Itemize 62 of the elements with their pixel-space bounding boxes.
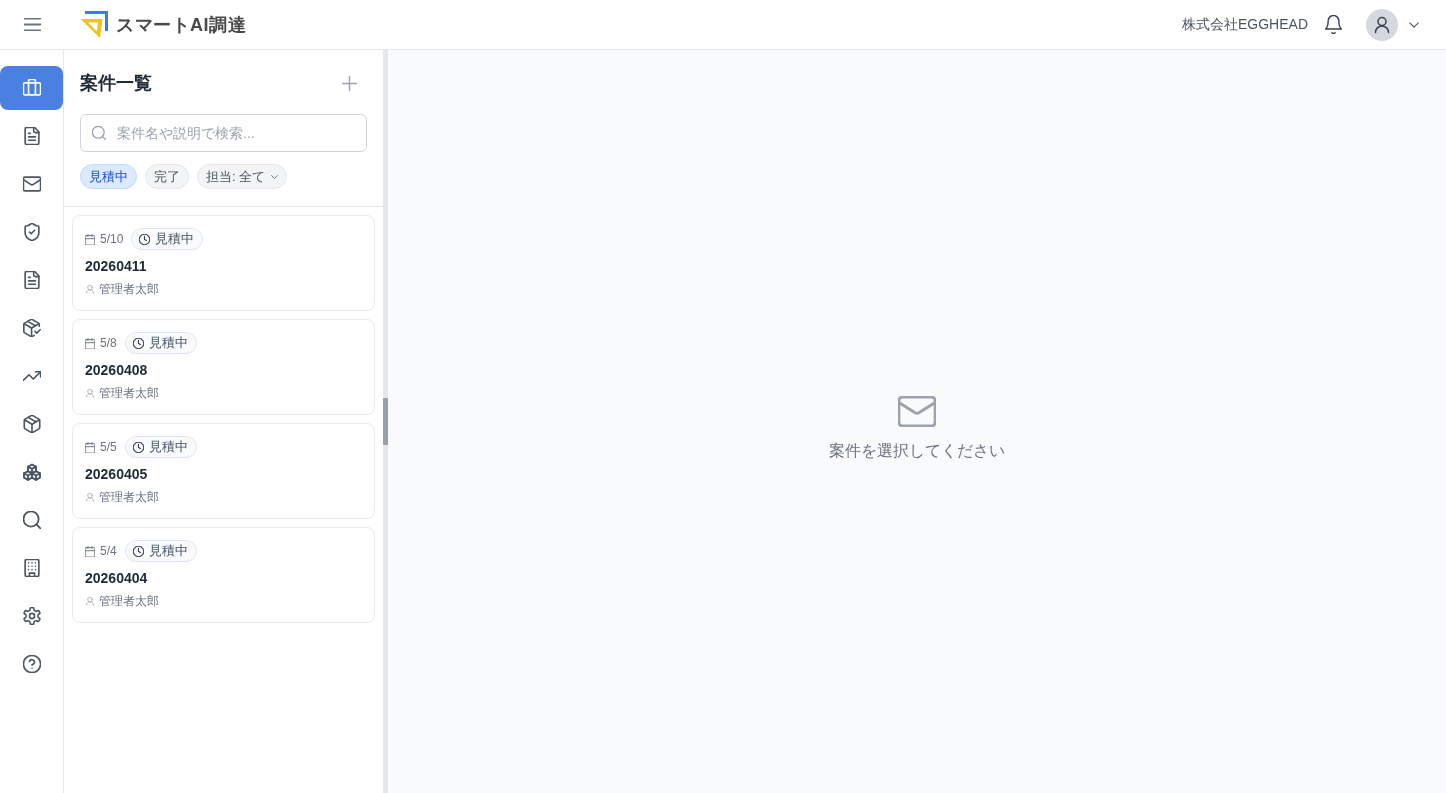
filter-chip[interactable]: 完了 bbox=[145, 164, 189, 189]
clock-icon bbox=[139, 233, 151, 245]
logo-icon bbox=[80, 10, 109, 39]
case-date: 5/10 bbox=[100, 232, 124, 246]
case-title: 20260404 bbox=[85, 569, 149, 588]
case-card[interactable]: 5/8 見積中 20260408 管理者太郎 bbox=[72, 319, 375, 415]
box-check-icon bbox=[22, 319, 41, 337]
calendar-icon bbox=[85, 337, 95, 349]
box-icon bbox=[22, 415, 41, 433]
case-card[interactable]: 5/5 見積中 20260405 管理者太郎 bbox=[72, 423, 375, 519]
assignee-name: 管理者太郎 bbox=[99, 280, 159, 298]
assignee-name: 管理者太郎 bbox=[99, 384, 159, 402]
calendar-icon bbox=[85, 545, 95, 557]
nav-button[interactable] bbox=[0, 66, 63, 110]
chevron-down-icon[interactable] bbox=[1409, 21, 1419, 28]
case-card[interactable]: 5/10 見積中 20260411 管理者太郎 bbox=[72, 215, 375, 311]
help-icon bbox=[22, 655, 41, 673]
filter-chip[interactable]: 見積中 bbox=[80, 164, 137, 189]
calendar-icon bbox=[85, 233, 95, 245]
case-date: 5/5 bbox=[100, 440, 117, 454]
person-icon bbox=[86, 492, 94, 502]
settings-icon bbox=[22, 607, 41, 625]
person-icon bbox=[86, 284, 94, 294]
briefcase-icon bbox=[22, 79, 41, 97]
clock-icon bbox=[132, 441, 144, 453]
document-icon bbox=[22, 127, 41, 145]
notification-bell-icon[interactable] bbox=[1325, 15, 1342, 34]
shield-check-icon bbox=[22, 223, 41, 241]
document-icon bbox=[22, 271, 41, 289]
case-date: 5/4 bbox=[100, 544, 117, 558]
case-title: 20260411 bbox=[85, 257, 148, 276]
search-icon bbox=[92, 126, 106, 140]
chevron-down-icon bbox=[271, 174, 279, 179]
search-icon bbox=[22, 511, 41, 529]
empty-message: 案件を選択してください bbox=[829, 440, 1005, 461]
case-date: 5/8 bbox=[100, 336, 117, 350]
avatar-icon[interactable] bbox=[1366, 8, 1398, 41]
calendar-icon bbox=[85, 441, 95, 453]
assignee-name: 管理者太郎 bbox=[99, 488, 159, 506]
filter-dropdown[interactable]: 担当: 全て bbox=[197, 164, 288, 189]
menu-icon[interactable] bbox=[23, 18, 41, 31]
building-icon bbox=[22, 559, 41, 577]
status-text: 見積中 bbox=[148, 542, 188, 560]
case-card[interactable]: 5/4 見積中 20260404 管理者太郎 bbox=[72, 527, 375, 623]
resize-handle[interactable] bbox=[383, 398, 388, 445]
clock-icon bbox=[132, 337, 144, 349]
case-title: 20260408 bbox=[85, 361, 149, 380]
envelope-icon bbox=[898, 395, 936, 427]
assignee-name: 管理者太郎 bbox=[99, 592, 159, 610]
status-text: 見積中 bbox=[148, 334, 188, 352]
person-icon bbox=[86, 596, 94, 606]
envelope-icon bbox=[22, 175, 41, 193]
case-title: 20260405 bbox=[85, 465, 149, 484]
status-text: 見積中 bbox=[155, 230, 195, 248]
panel-title: 案件一覧 bbox=[80, 72, 152, 95]
status-text: 見積中 bbox=[148, 438, 188, 456]
person-icon bbox=[86, 388, 94, 398]
stacked-boxes-icon bbox=[22, 463, 41, 481]
company-name: 株式会社EGGHEAD bbox=[1182, 15, 1308, 34]
search-field[interactable]: 案件名や説明で検索... bbox=[80, 114, 367, 152]
clock-icon bbox=[132, 545, 144, 557]
app-name: スマートAI調達 bbox=[116, 13, 246, 37]
